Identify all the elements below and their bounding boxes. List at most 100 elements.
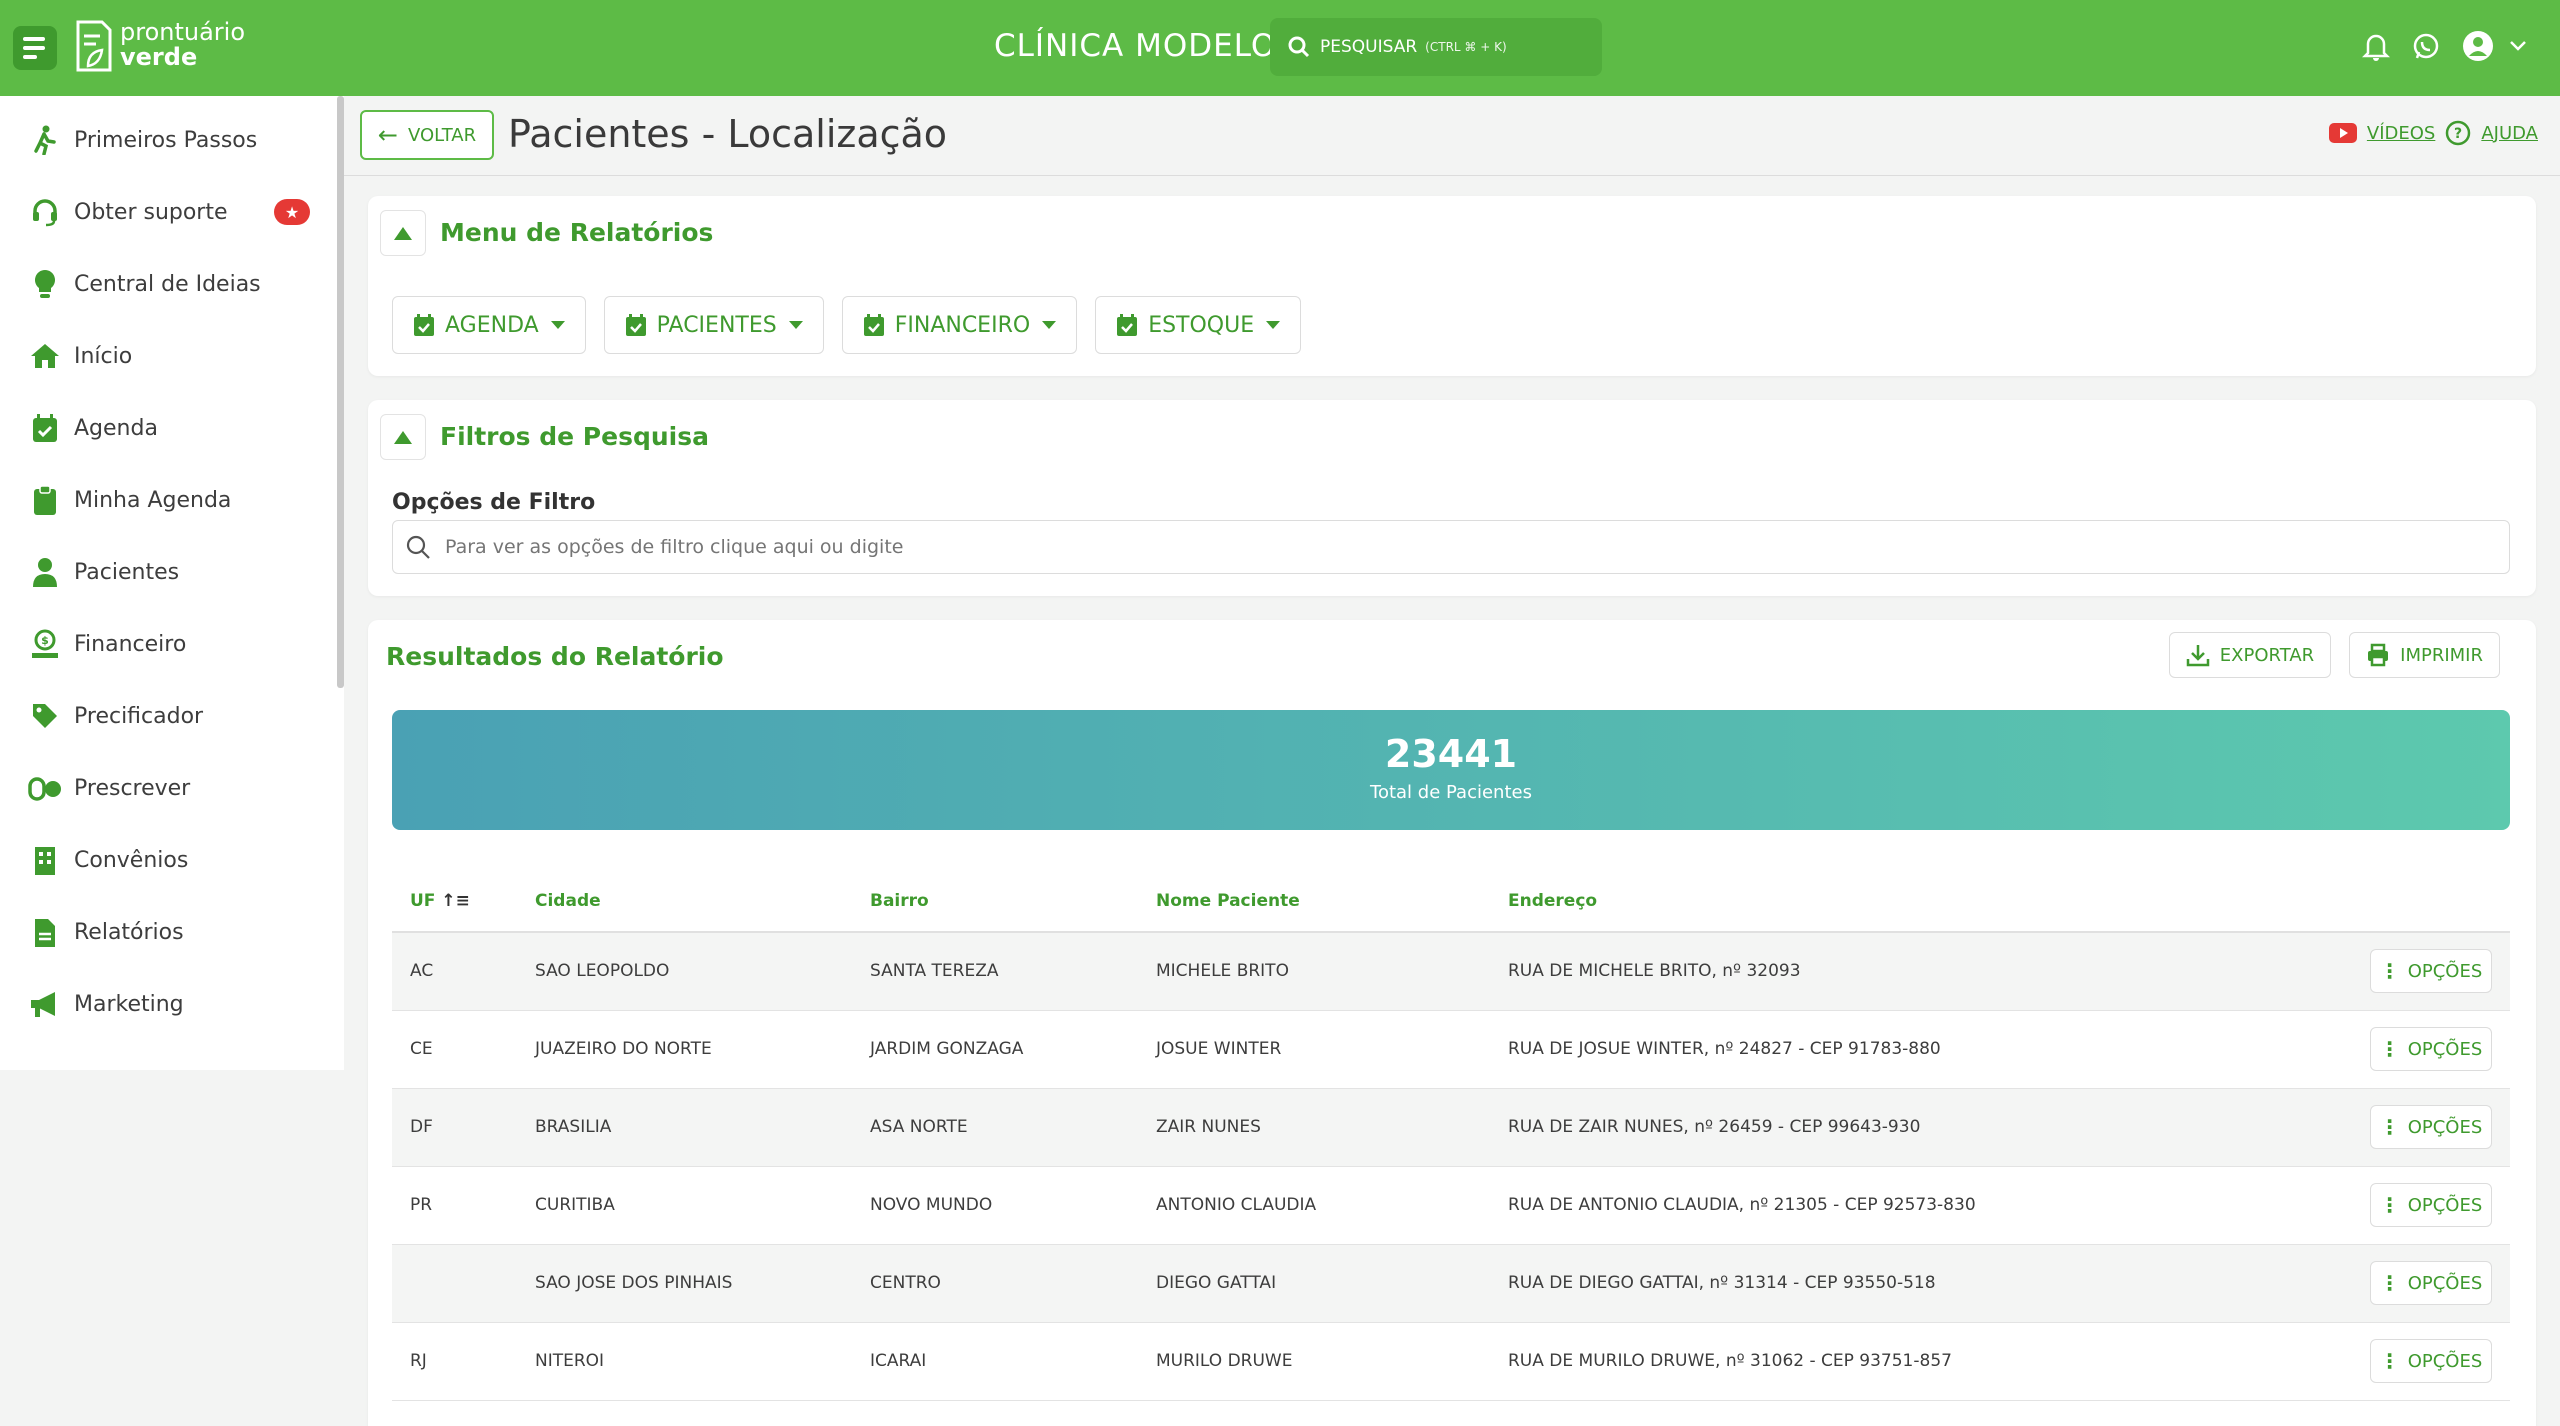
filter-search-field[interactable] xyxy=(392,520,2510,574)
table-row: DF BRASILIA ASA NORTE ZAIR NUNES RUA DE … xyxy=(392,1088,2510,1167)
options-button[interactable]: ⋮ OPÇÕES xyxy=(2370,1027,2492,1071)
pacientes-report-button[interactable]: PACIENTES xyxy=(603,296,824,354)
search-shortcut-hint: (CTRL ⌘ + K) xyxy=(1425,40,1507,54)
videos-link[interactable]: VÍDEOS xyxy=(2367,123,2435,144)
building-icon xyxy=(28,843,62,877)
cell-endereco: RUA DE DIEGO GATTAI, nº 31314 - CEP 9355… xyxy=(1490,1244,2110,1323)
global-search[interactable]: PESQUISAR (CTRL ⌘ + K) xyxy=(1270,18,1602,76)
svg-text:?: ? xyxy=(2454,126,2462,142)
options-button[interactable]: ⋮ OPÇÕES xyxy=(2370,1105,2492,1149)
report-menu-buttons: AGENDA PACIENTES FINANCEIRO ESTOQUE xyxy=(392,296,1302,354)
back-button-label: VOLTAR xyxy=(407,124,477,146)
column-header-cidade: Cidade xyxy=(517,870,852,933)
tag-icon xyxy=(28,699,62,733)
estoque-report-button[interactable]: ESTOQUE xyxy=(1095,296,1302,354)
new-badge: ★ xyxy=(274,199,310,225)
cell-uf: RJ xyxy=(392,1322,517,1401)
sidebar-scrollbar[interactable] xyxy=(337,96,344,688)
sidebar-item-label: Financeiro xyxy=(74,631,187,657)
options-label: OPÇÕES xyxy=(2407,1194,2483,1216)
sidebar-item-marketing[interactable]: Marketing xyxy=(0,974,330,1034)
agenda-report-button[interactable]: AGENDA xyxy=(392,296,586,354)
cell-cidade: BRASILIA xyxy=(517,1088,852,1167)
sidebar-item-relatorios[interactable]: Relatórios xyxy=(0,902,330,962)
table-row: AC SAO LEOPOLDO SANTA TEREZA MICHELE BRI… xyxy=(392,932,2510,1011)
collapse-filters-button[interactable] xyxy=(380,414,426,460)
sidebar-item-precificador[interactable]: Precificador xyxy=(0,686,330,746)
chevron-down-icon[interactable] xyxy=(2500,28,2536,64)
sidebar-item-primeiros-passos[interactable]: Primeiros Passos xyxy=(0,110,330,170)
more-vertical-icon: ⋮ xyxy=(2379,1037,2400,1061)
results-title: Resultados do Relatório xyxy=(386,642,724,671)
options-button[interactable]: ⋮ OPÇÕES xyxy=(2370,1183,2492,1227)
sidebar-item-pacientes[interactable]: Pacientes xyxy=(0,542,330,602)
cell-uf: DF xyxy=(392,1088,517,1167)
sidebar-item-label: Obter suporte xyxy=(74,199,228,225)
column-header-bairro: Bairro xyxy=(852,870,1138,933)
search-filters-card: Filtros de Pesquisa Opções de Filtro xyxy=(368,400,2536,596)
options-button[interactable]: ⋮ OPÇÕES xyxy=(2370,1261,2492,1305)
table-row: CE JUAZEIRO DO NORTE JARDIM GONZAGA JOSU… xyxy=(392,1010,2510,1089)
cell-actions: ⋮ OPÇÕES xyxy=(2110,1010,2510,1089)
whatsapp-icon[interactable] xyxy=(2408,28,2444,64)
more-vertical-icon: ⋮ xyxy=(2379,1193,2400,1217)
cell-cidade: NITEROI xyxy=(517,1322,852,1401)
sort-ascending-icon[interactable]: ↑≡ xyxy=(441,891,470,911)
sidebar-item-label: Relatórios xyxy=(74,919,184,945)
total-label: Total de Pacientes xyxy=(1370,782,1532,803)
help-links: VÍDEOS ? AJUDA xyxy=(2328,120,2538,146)
more-vertical-icon: ⋮ xyxy=(2379,1349,2400,1373)
financeiro-report-button[interactable]: FINANCEIRO xyxy=(841,296,1078,354)
cell-endereco: RUA DE ZAIR NUNES, nº 26459 - CEP 99643-… xyxy=(1490,1088,2110,1167)
clinic-name[interactable]: CLÍNICA MODELO xyxy=(994,28,1276,64)
arrow-left-icon: ← xyxy=(377,121,398,149)
calendar-check-icon xyxy=(28,411,62,445)
estoque-report-label: ESTOQUE xyxy=(1148,312,1255,338)
cell-uf: PR xyxy=(392,1166,517,1245)
menu-toggle-button[interactable] xyxy=(13,26,57,70)
bell-icon[interactable] xyxy=(2358,28,2394,64)
sidebar-item-obter-suporte[interactable]: Obter suporte ★ xyxy=(0,182,330,242)
pacientes-report-label: PACIENTES xyxy=(656,312,777,338)
column-header-uf[interactable]: UF ↑≡ xyxy=(392,870,517,933)
print-button[interactable]: IMPRIMIR xyxy=(2349,632,2500,678)
more-vertical-icon: ⋮ xyxy=(2379,959,2400,984)
triangle-up-icon xyxy=(394,226,412,240)
sidebar-item-agenda[interactable]: Agenda xyxy=(0,398,330,458)
filter-input[interactable] xyxy=(445,536,2245,558)
result-actions: EXPORTAR IMPRIMIR xyxy=(2168,632,2500,678)
more-vertical-icon: ⋮ xyxy=(2379,1115,2400,1139)
options-button[interactable]: ⋮ OPÇÕES xyxy=(2370,949,2492,994)
user-avatar-icon[interactable] xyxy=(2460,28,2496,64)
options-button[interactable]: ⋮ OPÇÕES xyxy=(2370,1339,2492,1383)
sidebar-item-inicio[interactable]: Início xyxy=(0,326,330,386)
sidebar-item-financeiro[interactable]: $ Financeiro xyxy=(0,614,330,674)
cell-nome: MICHELE BRITO xyxy=(1138,932,1490,1011)
sidebar-item-minha-agenda[interactable]: Minha Agenda xyxy=(0,470,330,530)
megaphone-icon xyxy=(28,987,62,1021)
collapse-report-menu-button[interactable] xyxy=(380,210,426,256)
cell-endereco: RUA DE MURILO DRUWE, nº 31062 - CEP 9375… xyxy=(1490,1322,2110,1401)
sidebar-item-prescrever[interactable]: Prescrever xyxy=(0,758,330,818)
export-button[interactable]: EXPORTAR xyxy=(2168,632,2332,678)
sidebar-item-label: Marketing xyxy=(74,991,184,1017)
caret-down-icon xyxy=(788,321,803,329)
cell-bairro: JARDIM GONZAGA xyxy=(852,1010,1138,1089)
help-link[interactable]: AJUDA xyxy=(2481,123,2538,144)
svg-text:$: $ xyxy=(41,634,49,647)
calendar-check-icon xyxy=(1117,314,1138,336)
logo-line2: verde xyxy=(120,43,198,71)
options-label: OPÇÕES xyxy=(2407,1038,2483,1060)
cell-cidade: SAO JOSE DOS PINHAIS xyxy=(517,1244,852,1323)
sidebar-item-central-de-ideias[interactable]: Central de Ideias xyxy=(0,254,330,314)
back-button[interactable]: ← VOLTAR xyxy=(360,110,494,160)
user-icon xyxy=(28,555,62,589)
caret-down-icon xyxy=(1042,321,1057,329)
clipboard-icon xyxy=(28,483,62,517)
options-label: OPÇÕES xyxy=(2407,1116,2483,1138)
cell-actions: ⋮ OPÇÕES xyxy=(2110,1244,2510,1323)
sidebar-item-convenios[interactable]: Convênios xyxy=(0,830,330,890)
money-hand-icon: $ xyxy=(28,627,62,661)
sidebar-item-label: Minha Agenda xyxy=(74,487,232,513)
report-menu-title: Menu de Relatórios xyxy=(440,218,714,247)
